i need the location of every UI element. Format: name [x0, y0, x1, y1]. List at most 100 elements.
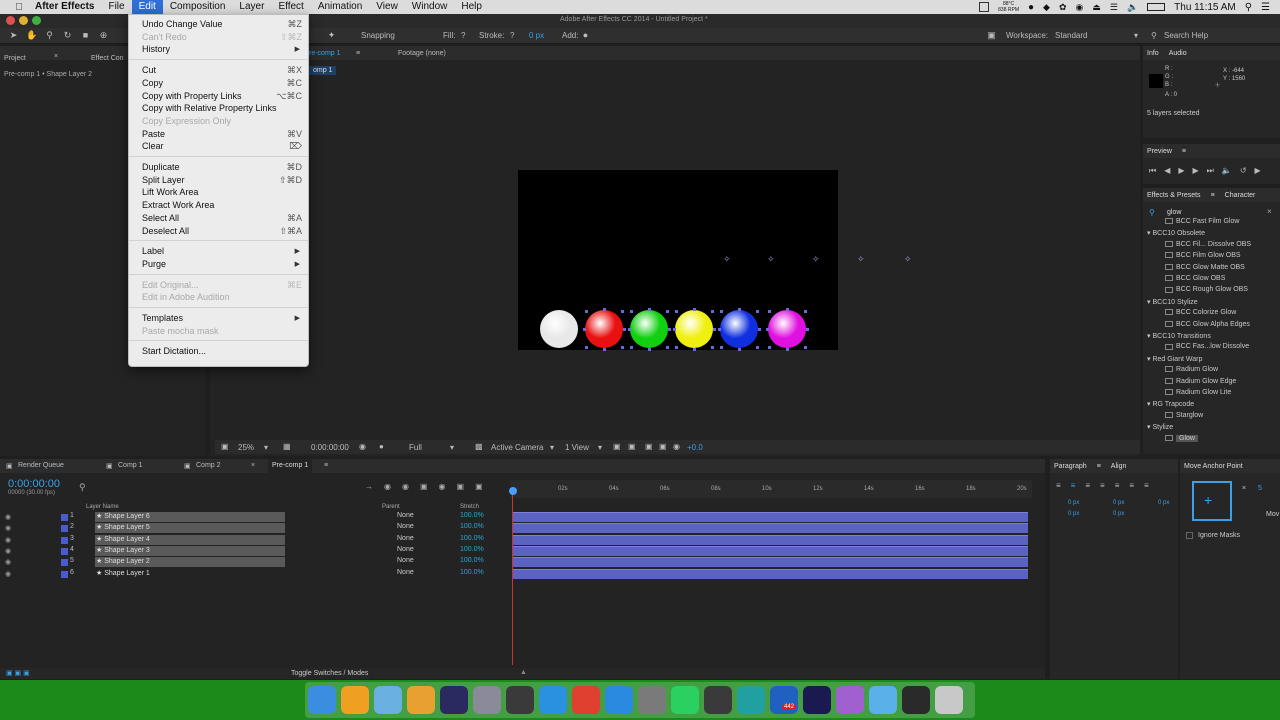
viewer-timecode[interactable]: 0:00:00:00: [311, 443, 349, 452]
layer-stretch[interactable]: 100.0%: [460, 546, 484, 553]
layer-parent[interactable]: None: [397, 535, 414, 542]
selection-handle[interactable]: [718, 328, 721, 331]
render-queue-icon[interactable]: ▣: [6, 462, 13, 470]
fill-label[interactable]: Fill:: [443, 31, 455, 40]
layer-name[interactable]: ★ Shape Layer 1: [95, 569, 285, 579]
menu-edit[interactable]: Edit: [131, 0, 163, 14]
tab-audio[interactable]: Audio: [1169, 50, 1187, 57]
rocket-icon[interactable]: [473, 686, 501, 714]
selection-handle[interactable]: [628, 328, 631, 331]
visibility-eye-icon[interactable]: ◉: [5, 524, 11, 532]
tab-menu-icon[interactable]: ≡: [356, 50, 360, 57]
menu-layer[interactable]: Layer: [232, 0, 271, 14]
menu-item-copy-with-relative-property-links[interactable]: Copy with Relative Property Links: [129, 102, 308, 115]
footer-icons[interactable]: ▣ ▣ ▣: [6, 669, 30, 677]
layer-row[interactable]: ◉ 1 ★ Shape Layer 6 None 100.0%: [0, 512, 510, 523]
selection-handle[interactable]: [693, 348, 696, 351]
timeline-search-icon[interactable]: ⚲: [79, 482, 86, 493]
rotate-tool-icon[interactable]: ↻: [62, 30, 73, 41]
menu-app-name[interactable]: After Effects: [28, 0, 101, 14]
zoom-slider-icon[interactable]: ▲: [520, 669, 527, 676]
selection-handle[interactable]: [768, 310, 771, 313]
app-store-icon[interactable]: [605, 686, 633, 714]
menu-item-label[interactable]: Label ▶: [129, 245, 308, 258]
layer-duration-bar[interactable]: [513, 557, 1028, 568]
search-help-input[interactable]: Search Help: [1164, 31, 1208, 40]
col-parent[interactable]: Parent: [382, 504, 400, 510]
tab-info[interactable]: Info: [1147, 50, 1159, 57]
dropbox-icon[interactable]: ◆: [1043, 2, 1050, 13]
stroke-width-field[interactable]: 0 px: [529, 31, 544, 40]
layer-duration-bar[interactable]: [513, 534, 1028, 545]
menu-item-extract-work-area[interactable]: Extract Work Area: [129, 199, 308, 212]
justify-all-icon[interactable]: ≡: [1144, 481, 1149, 490]
selection-handle[interactable]: [786, 348, 789, 351]
menu-item-start-dictation[interactable]: Start Dictation...: [129, 345, 308, 358]
effects-item[interactable]: BCC Fil... Dissolve OBS: [1165, 241, 1251, 248]
toggle-switches-modes[interactable]: Toggle Switches / Modes: [291, 670, 368, 677]
effects-item[interactable]: BCC Rough Glow OBS: [1165, 286, 1248, 293]
audio-icon[interactable]: 🔈: [1222, 166, 1232, 176]
comp-name-badge[interactable]: omp 1: [309, 66, 337, 75]
clapper-icon[interactable]: [341, 686, 369, 714]
stroke-label[interactable]: Stroke:: [479, 31, 504, 40]
align-left-icon[interactable]: ≡: [1056, 481, 1061, 490]
comp2-icon[interactable]: ▣: [184, 462, 191, 470]
effects-category[interactable]: ▾ BCC10 Stylize: [1147, 298, 1198, 306]
menu-item-cut[interactable]: Cut ⌘X: [129, 64, 308, 77]
layer-name[interactable]: ★ Shape Layer 5: [95, 523, 285, 534]
selection-handle[interactable]: [806, 328, 809, 331]
menu-composition[interactable]: Composition: [163, 0, 233, 14]
temp-fan-readout[interactable]: 88°C 838 RPM: [998, 1, 1019, 13]
menu-item-clear[interactable]: Clear ⌦: [129, 140, 308, 153]
selection-handle[interactable]: [675, 310, 678, 313]
label-color-swatch[interactable]: [61, 559, 68, 567]
selection-handle[interactable]: [630, 310, 633, 313]
graph-editor-icon[interactable]: ▣: [457, 482, 465, 491]
layer-row[interactable]: ◉ 3 ★ Shape Layer 4 None 100.0%: [0, 534, 510, 546]
grid-icon[interactable]: ▦: [283, 442, 291, 451]
exposure-value[interactable]: +0.0: [687, 443, 703, 452]
tab-comp-2[interactable]: Comp 2: [196, 462, 221, 469]
prev-frame-icon[interactable]: ◀: [1164, 166, 1170, 176]
layer-name[interactable]: ★ Shape Layer 4: [95, 534, 285, 545]
resolution-chevron-icon[interactable]: ▾: [450, 443, 454, 452]
selection-handle[interactable]: [623, 328, 626, 331]
space-before-field[interactable]: 0 px: [1068, 511, 1079, 517]
effects-item[interactable]: BCC Glow OBS: [1165, 275, 1225, 282]
motion-blur-icon[interactable]: ◉: [439, 482, 446, 491]
status-icon[interactable]: ◉: [1076, 2, 1084, 13]
effects-item[interactable]: BCC Fast Film Glow: [1165, 218, 1239, 225]
selection-handle[interactable]: [758, 328, 761, 331]
menu-item-history[interactable]: History ▶: [129, 43, 308, 56]
tab-close-icon[interactable]: ×: [54, 53, 58, 60]
layer-duration-bar[interactable]: [513, 512, 1028, 522]
shape-layer-ball[interactable]: [540, 310, 578, 348]
finder-icon[interactable]: [308, 686, 336, 714]
camera-chevron-icon[interactable]: ▾: [550, 443, 554, 452]
effects-category[interactable]: ▾ Stylize: [1147, 423, 1173, 431]
layer-stretch[interactable]: 100.0%: [460, 569, 484, 576]
first-frame-icon[interactable]: ⏮: [1149, 166, 1156, 176]
effects-item[interactable]: BCC Film Glow OBS: [1165, 252, 1241, 259]
effects-item[interactable]: BCC Fas...low Dissolve: [1165, 343, 1249, 350]
effects-item[interactable]: Radium Glow Lite: [1165, 389, 1231, 396]
zoom-chevron-icon[interactable]: ▾: [264, 443, 268, 452]
effects-item[interactable]: BCC Colorize Glow: [1165, 309, 1236, 316]
layer-name[interactable]: ★ Shape Layer 6: [95, 512, 285, 522]
camera-select[interactable]: Active Camera: [491, 443, 543, 452]
selection-handle[interactable]: [756, 310, 759, 313]
effects-category[interactable]: ▾ BCC10 Obsolete: [1147, 229, 1205, 237]
visibility-eye-icon[interactable]: ◉: [5, 558, 11, 566]
fill-swatch[interactable]: ?: [461, 31, 465, 40]
brainstorm-icon[interactable]: ▣: [475, 482, 483, 491]
visibility-eye-icon[interactable]: ◉: [5, 536, 11, 544]
selection-handle[interactable]: [711, 346, 714, 349]
layer-row[interactable]: ◉ 6 ★ Shape Layer 1 None 100.0%: [0, 569, 510, 580]
menu-item-purge[interactable]: Purge ▶: [129, 258, 308, 271]
visibility-eye-icon[interactable]: ◉: [5, 547, 11, 555]
safari-icon[interactable]: [539, 686, 567, 714]
apple-icon[interactable]: : [10, 2, 28, 13]
menu-item-copy-with-property-links[interactable]: Copy with Property Links ⌥⌘C: [129, 90, 308, 103]
selection-handle[interactable]: [738, 348, 741, 351]
